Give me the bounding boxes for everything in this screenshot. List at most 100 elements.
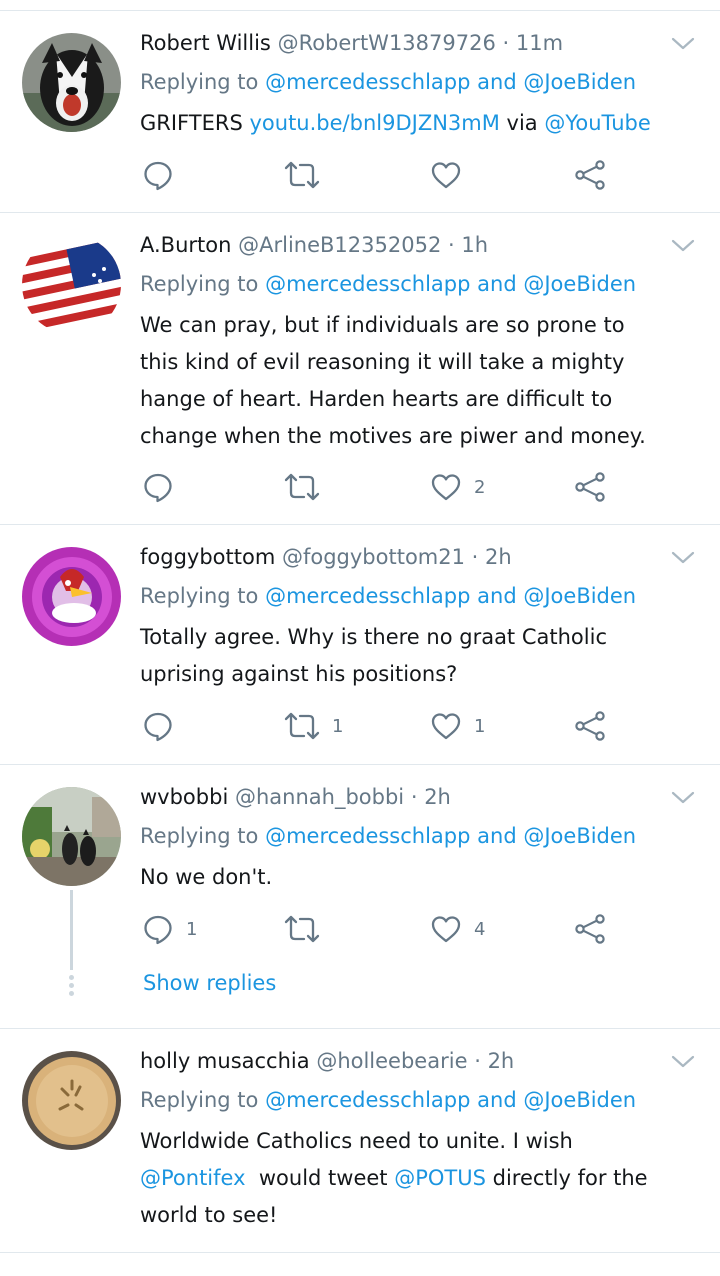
tweet-foggybottom[interactable]: foggybottom @foggybottom21 · 2h Replying… — [0, 525, 720, 765]
replying-prefix: Replying to — [140, 824, 259, 848]
replying-to: Replying to @mercedesschlapp and @JoeBid… — [140, 821, 636, 851]
like-icon — [431, 162, 461, 189]
mention-link[interactable]: @POTUS — [394, 1166, 486, 1190]
timestamp[interactable]: 1h — [461, 233, 488, 257]
tweet-robert-willis[interactable]: Robert Willis @RobertW13879726 · 11m Rep… — [0, 11, 720, 213]
share-button[interactable] — [574, 912, 606, 946]
user-name[interactable]: holly musacchia — [140, 1049, 310, 1073]
user-name[interactable]: A.Burton — [140, 233, 231, 257]
tweet-holly-musacchia[interactable]: holly musacchia @holleebearie · 2h Reply… — [0, 1029, 720, 1252]
retweet-button[interactable] — [284, 158, 320, 192]
user-name[interactable]: foggybottom — [140, 545, 275, 569]
share-icon — [575, 914, 605, 944]
avatar[interactable] — [22, 1051, 121, 1150]
thread-connector-line — [70, 890, 73, 970]
tweet-a-burton[interactable]: A.Burton @ArlineB12352052 · 1h Replying … — [0, 213, 720, 525]
timestamp[interactable]: 11m — [516, 31, 563, 55]
replying-to: Replying to @mercedesschlapp and @JoeBid… — [140, 67, 636, 97]
like-icon — [431, 713, 461, 740]
retweet-icon — [284, 161, 320, 189]
timestamp[interactable]: 2h — [485, 545, 512, 569]
url-link[interactable]: youtu.be/bnl9DJZN3mM — [249, 111, 499, 135]
share-button[interactable] — [574, 470, 606, 504]
replying-to: Replying to @mercedesschlapp and @JoeBid… — [140, 581, 636, 611]
like-button[interactable]: 1 — [430, 709, 485, 743]
reply-button[interactable] — [142, 158, 174, 192]
user-name[interactable]: Robert Willis — [140, 31, 271, 55]
chevron-down-icon[interactable] — [670, 789, 696, 807]
mention-link[interactable]: @JoeBiden — [523, 70, 636, 94]
tweet-text: GRIFTERS youtu.be/bnl9DJZN3mM via @YouTu… — [140, 105, 700, 142]
like-button[interactable]: 4 — [430, 912, 485, 946]
reply-count: 1 — [186, 918, 198, 940]
user-handle[interactable]: @holleebearie — [316, 1049, 467, 1073]
timestamp[interactable]: 2h — [424, 785, 451, 809]
timestamp[interactable]: 2h — [488, 1049, 515, 1073]
user-handle[interactable]: @hannah_bobbi — [235, 785, 404, 809]
mention-link[interactable]: @JoeBiden — [523, 272, 636, 296]
like-button[interactable]: 2 — [430, 470, 485, 504]
chevron-down-icon[interactable] — [670, 1053, 696, 1071]
reply-button[interactable] — [142, 709, 174, 743]
retweet-icon — [284, 712, 320, 740]
mention-link[interactable]: @JoeBiden — [523, 584, 636, 608]
replying-and: and — [477, 584, 517, 608]
reply-button[interactable] — [142, 470, 174, 504]
tweet-text: Worldwide Catholics need to unite. I wis… — [140, 1123, 700, 1234]
replying-prefix: Replying to — [140, 70, 259, 94]
avatar[interactable] — [22, 33, 121, 132]
mention-link[interactable]: @JoeBiden — [523, 1088, 636, 1112]
mention-link[interactable]: @mercedesschlapp — [265, 584, 470, 608]
mention-link[interactable]: @mercedesschlapp — [265, 824, 470, 848]
mention-link[interactable]: @mercedesschlapp — [265, 70, 470, 94]
chevron-down-icon[interactable] — [670, 35, 696, 53]
text-line: world to see! — [140, 1203, 278, 1227]
mention-link[interactable]: @mercedesschlapp — [265, 1088, 470, 1112]
like-button[interactable] — [430, 158, 462, 192]
replying-to: Replying to @mercedesschlapp and @JoeBid… — [140, 1085, 636, 1115]
mention-link[interactable]: @JoeBiden — [523, 824, 636, 848]
text-line: We can pray, but if individuals are so p… — [140, 313, 625, 337]
mention-link[interactable]: @mercedesschlapp — [265, 272, 470, 296]
retweet-button[interactable] — [284, 470, 320, 504]
pie-avatar-image — [22, 1051, 121, 1150]
reply-button[interactable]: 1 — [142, 912, 197, 946]
avatar[interactable] — [22, 787, 121, 886]
text-line: Worldwide Catholics need to unite. I wis… — [140, 1129, 573, 1153]
text-line: hange of heart. Harden hearts are diffic… — [140, 387, 613, 411]
retweet-icon — [284, 473, 320, 501]
tweet-actions: 2 — [142, 470, 612, 504]
mention-link[interactable]: @Pontifex — [140, 1166, 246, 1190]
retweet-button[interactable]: 1 — [284, 709, 343, 743]
avatar[interactable] — [22, 547, 121, 646]
avatar[interactable] — [22, 235, 121, 334]
chevron-down-icon[interactable] — [670, 237, 696, 255]
like-icon — [431, 474, 461, 501]
user-handle[interactable]: @RobertW13879726 — [278, 31, 496, 55]
replying-prefix: Replying to — [140, 1088, 259, 1112]
replying-prefix: Replying to — [140, 584, 259, 608]
user-name[interactable]: wvbobbi — [140, 785, 228, 809]
like-count: 1 — [474, 715, 486, 737]
show-replies-link[interactable]: Show replies — [143, 971, 276, 995]
reply-icon — [144, 915, 172, 945]
thread-dot — [69, 975, 74, 980]
tweet-actions: 1 1 — [142, 709, 612, 743]
text-segment: directly for the — [485, 1166, 648, 1190]
tweet-wvbobbi[interactable]: wvbobbi @hannah_bobbi · 2h Replying to @… — [0, 765, 720, 1029]
share-button[interactable] — [574, 158, 606, 192]
user-handle[interactable]: @ArlineB12352052 — [238, 233, 441, 257]
mention-link[interactable]: @YouTube — [544, 111, 650, 135]
tweet-actions — [142, 158, 612, 192]
chevron-down-icon[interactable] — [670, 549, 696, 567]
tweet-text: No we don't. — [140, 859, 700, 896]
separator: · — [448, 233, 455, 257]
user-handle[interactable]: @foggybottom21 — [282, 545, 465, 569]
text-line: this kind of evil reasoning it will take… — [140, 350, 625, 374]
text-line: uprising against his positions? — [140, 662, 458, 686]
like-icon — [431, 916, 461, 943]
replying-and: and — [477, 1088, 517, 1112]
separator: · — [471, 545, 479, 569]
retweet-button[interactable] — [284, 912, 320, 946]
share-button[interactable] — [574, 709, 606, 743]
